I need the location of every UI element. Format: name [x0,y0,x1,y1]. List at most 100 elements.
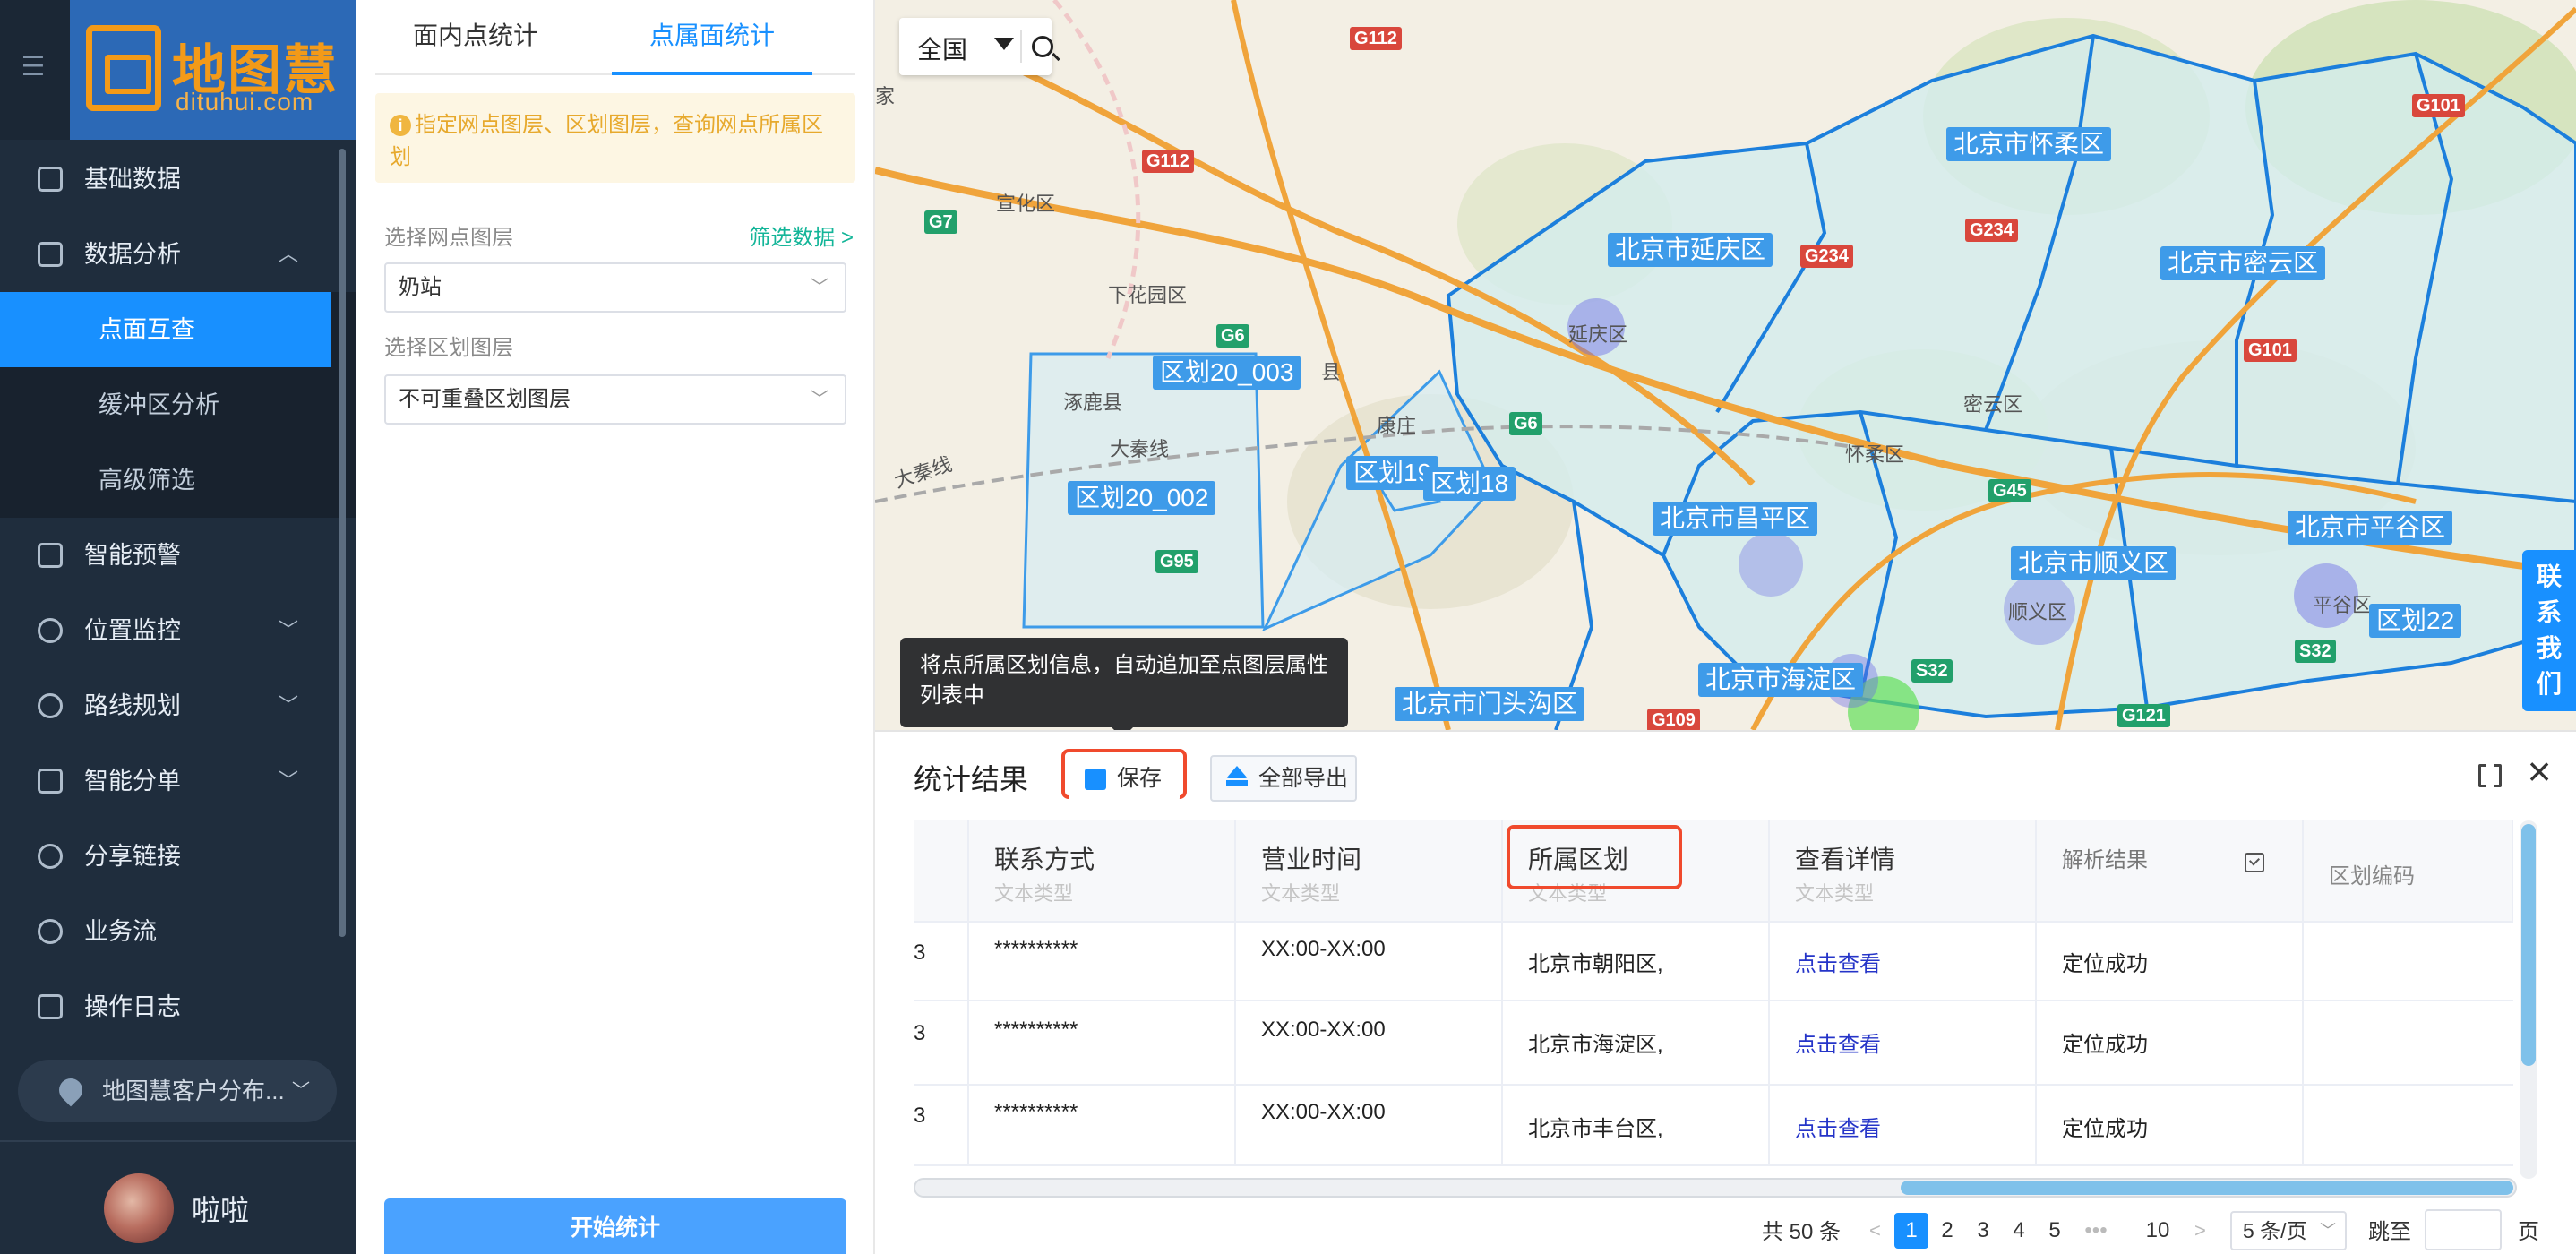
vertical-scrollbar[interactable] [2520,820,2537,1179]
table-row[interactable]: 3 ********** XX:00-XX:00 北京市朝阳区, 点击查看 定位… [914,923,2513,1001]
page-suffix: 页 [2518,1220,2539,1244]
logo-domain: dituhui.com [176,88,314,116]
page-3[interactable]: 3 [1966,1213,2000,1249]
nav-item-operation-log[interactable]: 操作日志 [0,969,356,1044]
page-size-select[interactable]: 5 条/页 ﹀ [2230,1211,2347,1250]
tab-points-in-region[interactable]: 面内点统计 [375,0,576,75]
region-label[interactable]: 北京市昌平区 [1653,502,1818,536]
column-type: 文本类型 [1795,882,1875,905]
workflow-icon [38,919,63,944]
nav-submenu: 点面互查 缓冲区分析 高级筛选 [0,292,356,518]
avatar[interactable] [104,1173,174,1243]
region-search-box[interactable]: 全国 [899,18,1053,75]
region-label[interactable]: 北京市门头沟区 [1395,687,1585,721]
nav-item-location-monitor[interactable]: 位置监控 ﹀ [0,593,356,668]
user-name[interactable]: 啦啦 [192,1188,249,1229]
nav-subitem-buffer-analysis[interactable]: 缓冲区分析 [0,367,356,442]
start-statistics-button[interactable]: 开始统计 [384,1198,846,1254]
nav-subitem-advanced-filter[interactable]: 高级筛选 [0,442,356,518]
column-header [914,820,969,923]
view-detail-link[interactable]: 点击查看 [1795,1111,1881,1142]
nav-item-route-planning[interactable]: 路线规划 ﹀ [0,668,356,743]
next-page-icon[interactable]: > [2194,1213,2206,1249]
page-4[interactable]: 4 [2002,1213,2036,1249]
region-label[interactable]: 区划20_002 [1068,481,1216,515]
horizontal-scrollbar[interactable] [914,1178,2517,1198]
region-label[interactable]: 区划22 [2369,604,2462,638]
chevron-down-icon: ﹀ [292,1081,310,1101]
save-icon [1085,769,1106,790]
table-cell: 定位成功 [2037,1086,2304,1164]
save-button[interactable]: 保存 [1069,755,1180,802]
dispatch-icon [38,769,63,794]
column-title: 查看详情 [1795,846,1896,873]
nav-item-workflow[interactable]: 业务流 [0,894,356,969]
menu-collapse-icon[interactable]: ☰ [18,49,48,85]
column-header-parse[interactable]: 解析结果 [2037,820,2304,923]
nav-item-data-analysis[interactable]: 数据分析 ︿ [0,217,356,292]
close-icon[interactable]: × [2520,751,2559,793]
cell-text: 3 [914,1021,926,1045]
nav-subitem-point-region-query[interactable]: 点面互查 [0,292,331,367]
column-header-region-code[interactable]: 区划编码 [2304,820,2513,923]
region-layer-select[interactable]: 不可重叠区划图层 ﹀ [384,374,846,425]
column-header-contact[interactable]: 联系方式 文本类型 [969,820,1236,923]
cell-text: XX:00-XX:00 [1261,1018,1386,1042]
tab-point-region-stats[interactable]: 点属面统计 [612,0,812,75]
region-label[interactable]: 北京市密云区 [2160,246,2326,280]
fullscreen-icon[interactable] [2478,764,2502,787]
nav-item-basic-data[interactable]: 基础数据 [0,142,356,217]
map-canvas [875,0,2576,730]
contact-char: 联 [2536,563,2562,590]
map-view[interactable]: 宣化区 下花园区 涿鹿县 延庆区 密云区 怀柔区 顺义区 平谷区 大秦线 大秦线… [875,0,2576,730]
column-title: 联系方式 [994,846,1095,873]
nav-item-label: 操作日志 [84,993,181,1020]
region-label[interactable]: 区划20_003 [1153,356,1301,390]
caret-down-icon[interactable] [994,38,1014,50]
nav-item-share-link[interactable]: 分享链接 [0,819,356,894]
nav-scrollbar[interactable] [339,149,346,937]
table-cell: 点击查看 [1770,1001,2037,1084]
prev-page-icon[interactable]: < [1869,1213,1881,1249]
nav-item-smart-alert[interactable]: 智能预警 [0,518,356,593]
cell-text: 北京市丰台区, [1528,1117,1663,1141]
client-selector-label: 地图慧客户分布... [102,1078,285,1104]
region-label[interactable]: 区划18 [1423,467,1516,501]
point-layer-select[interactable]: 奶站 ﹀ [384,262,846,313]
region-label[interactable]: 北京市平谷区 [2288,511,2453,545]
region-label[interactable]: 北京市延庆区 [1608,233,1773,267]
search-icon[interactable] [1032,36,1053,57]
export-all-button[interactable]: 全部导出 [1210,755,1357,802]
point-layer-label: 选择网点图层 [384,226,513,250]
contact-us-tab[interactable]: 联 系 我 们 [2522,550,2576,711]
column-header-detail[interactable]: 查看详情 文本类型 [1770,820,2037,923]
table-cell: ********** [969,1001,1236,1084]
pagination-ellipsis[interactable]: ••• [2075,1213,2117,1249]
view-detail-link[interactable]: 点击查看 [1795,946,1881,977]
client-selector[interactable]: 地图慧客户分布... ﹀ [18,1060,337,1122]
page-last[interactable]: 10 [2138,1213,2177,1249]
view-detail-link[interactable]: 点击查看 [1795,1026,1881,1058]
road-badge: G6 [1509,412,1542,435]
region-label[interactable]: 北京市顺义区 [2011,546,2177,580]
filter-data-link[interactable]: 筛选数据 > [749,219,854,251]
table-row[interactable]: 3 ********** XX:00-XX:00 北京市海淀区, 点击查看 定位… [914,1001,2513,1086]
column-filter-icon[interactable] [2245,853,2264,872]
table-row[interactable]: 3 ********** XX:00-XX:00 北京市丰台区, 点击查看 定位… [914,1086,2513,1166]
region-selector[interactable]: 全国 [917,30,967,66]
column-header-hours[interactable]: 营业时间 文本类型 [1236,820,1503,923]
region-label[interactable]: 北京市海淀区 [1698,663,1864,697]
nav-item-smart-dispatch[interactable]: 智能分单 ﹀ [0,743,356,819]
page-5[interactable]: 5 [2038,1213,2072,1249]
jump-page-input[interactable] [2425,1209,2502,1250]
nav-item-label: 智能分单 [84,768,181,794]
tip-banner: i 指定网点图层、区划图层，查询网点所属区划 [375,93,855,183]
road-badge: G7 [924,210,957,234]
road-badge: G45 [1988,479,2031,502]
scrollbar-thumb[interactable] [2521,824,2536,1066]
page-2[interactable]: 2 [1930,1213,1964,1249]
page-1[interactable]: 1 [1894,1213,1928,1249]
scrollbar-thumb[interactable] [1901,1181,2513,1195]
column-title: 解析结果 [2062,848,2148,872]
region-label[interactable]: 北京市怀柔区 [1946,127,2112,161]
